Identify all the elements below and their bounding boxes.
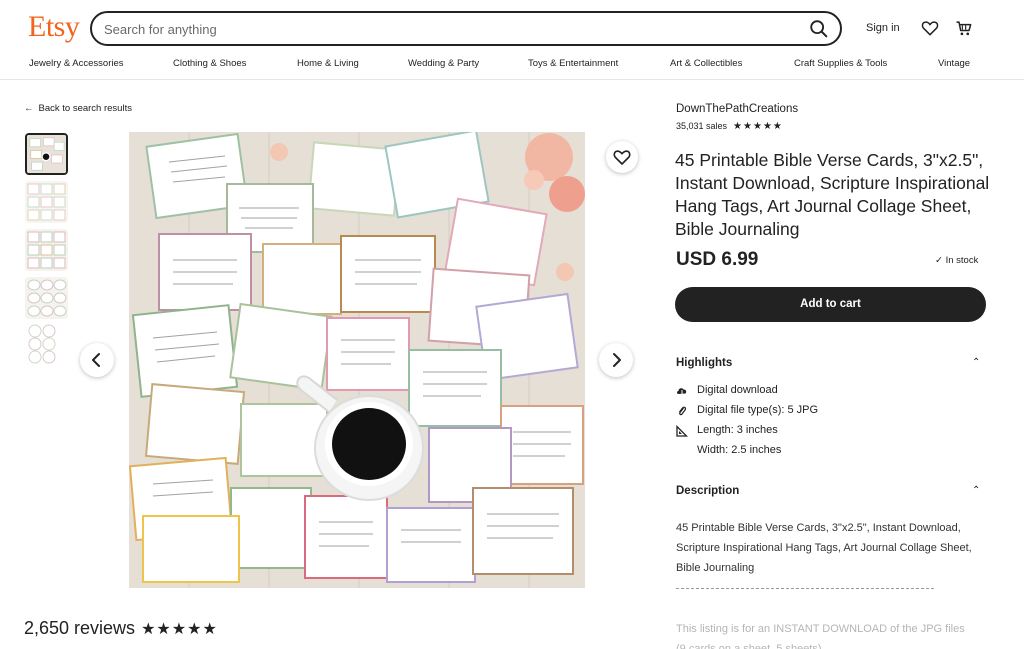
- add-to-cart-button[interactable]: Add to cart: [675, 287, 986, 322]
- thumbnail-3[interactable]: [25, 229, 68, 271]
- arrow-left-icon: ←: [24, 103, 34, 114]
- thumbnail-1[interactable]: [25, 133, 68, 175]
- highlight-digital-download: Digital download: [697, 384, 778, 396]
- site-header: Etsy Sign in Jewelry & Accessories Cloth…: [0, 0, 1024, 80]
- checkmark-icon: ✓: [935, 255, 943, 266]
- thumbnail-image: [25, 229, 68, 271]
- shop-name-link[interactable]: DownThePathCreations: [676, 103, 798, 115]
- ruler-icon: [676, 425, 688, 437]
- search-icon[interactable]: [808, 18, 830, 40]
- thumbnail-2[interactable]: [25, 181, 68, 223]
- thumbnail-5[interactable]: [25, 322, 68, 364]
- nav-item-craft[interactable]: Craft Supplies & Tools: [794, 58, 887, 69]
- stock-label: In stock: [945, 255, 979, 266]
- heart-icon[interactable]: [920, 18, 940, 38]
- description-divider: [676, 588, 934, 589]
- description-heading[interactable]: Description: [676, 485, 739, 497]
- search-input[interactable]: [104, 19, 784, 39]
- heart-icon: [613, 150, 631, 165]
- nav-item-wedding[interactable]: Wedding & Party: [408, 58, 479, 69]
- cart-icon[interactable]: [954, 18, 974, 38]
- chevron-right-icon: [613, 353, 621, 367]
- description-faded-text: This listing is for an INSTANT DOWNLOAD …: [676, 623, 965, 649]
- reviews-summary: 2,650 reviews ★★★★★: [24, 618, 218, 639]
- highlight-length: Length: 3 inches: [697, 424, 778, 436]
- next-image-button[interactable]: [599, 343, 633, 377]
- listing-price: USD 6.99: [676, 249, 759, 270]
- nav-item-home[interactable]: Home & Living: [297, 58, 359, 69]
- description-text: 45 Printable Bible Verse Cards, 3"x2.5",…: [676, 522, 972, 574]
- chevron-up-icon[interactable]: ⌃: [972, 357, 980, 368]
- nav-item-vintage[interactable]: Vintage: [938, 58, 970, 69]
- bible-verse-cards-photo: [129, 132, 585, 588]
- sales-count: 35,031 sales: [676, 121, 728, 131]
- listing-title: 45 Printable Bible Verse Cards, 3"x2.5",…: [675, 150, 990, 239]
- highlights-heading[interactable]: Highlights: [676, 357, 732, 369]
- chevron-left-icon: [92, 353, 100, 367]
- search-bar[interactable]: [90, 11, 842, 46]
- nav-item-art[interactable]: Art & Collectibles: [670, 58, 742, 69]
- thumbnail-image: [27, 135, 66, 173]
- nav-item-clothing[interactable]: Clothing & Shoes: [173, 58, 246, 69]
- thumbnail-image: [25, 277, 68, 319]
- highlight-width: Width: 2.5 inches: [697, 444, 782, 456]
- thumbnail-image: [25, 181, 68, 223]
- favorite-button[interactable]: [606, 141, 638, 173]
- thumbnail-4[interactable]: [25, 277, 68, 319]
- category-nav: Jewelry & Accessories Clothing & Shoes H…: [0, 56, 1024, 72]
- highlight-file-types: Digital file type(s): 5 JPG: [697, 404, 819, 416]
- etsy-logo[interactable]: Etsy: [28, 10, 80, 44]
- cloud-download-icon: [677, 388, 687, 396]
- stock-status: ✓ In stock: [935, 255, 978, 266]
- reviews-count: 2,650 reviews: [24, 618, 136, 638]
- nav-item-toys[interactable]: Toys & Entertainment: [528, 58, 618, 69]
- paperclip-icon: [679, 406, 687, 416]
- nav-item-jewelry[interactable]: Jewelry & Accessories: [29, 58, 124, 69]
- previous-image-button[interactable]: [80, 343, 114, 377]
- back-to-results-link[interactable]: ← Back to search results: [24, 103, 132, 114]
- listing-main-image[interactable]: [129, 132, 585, 588]
- thumbnail-image: [25, 322, 68, 364]
- reviews-stars: ★★★★★: [141, 621, 218, 638]
- back-link-label: Back to search results: [38, 103, 132, 114]
- shop-sales: 35,031 sales ★★★★★: [676, 121, 783, 132]
- shop-rating-stars: ★★★★★: [733, 121, 783, 132]
- sign-in-link[interactable]: Sign in: [866, 22, 900, 34]
- chevron-up-icon[interactable]: ⌃: [972, 485, 980, 496]
